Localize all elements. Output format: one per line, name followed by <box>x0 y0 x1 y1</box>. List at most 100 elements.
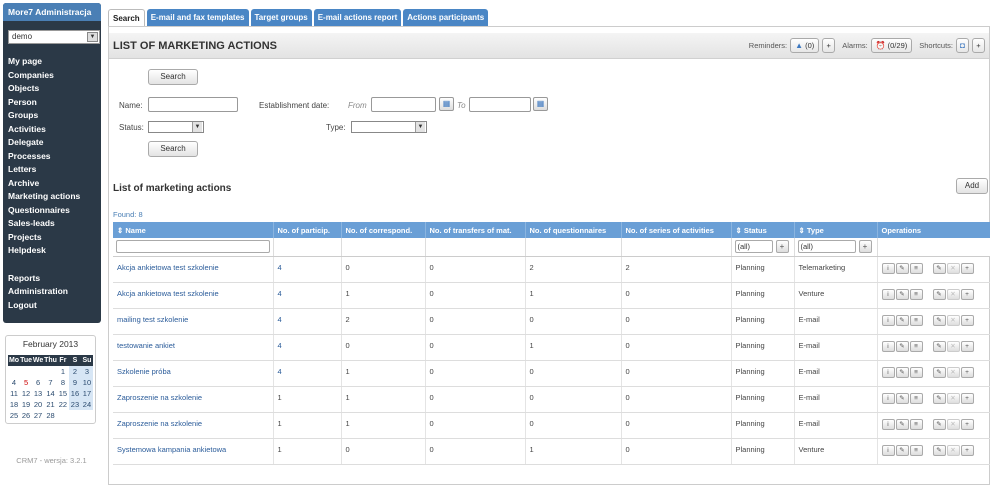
search-button[interactable]: Search <box>148 141 198 157</box>
sidebar-item-logout[interactable]: Logout <box>3 299 101 313</box>
info-icon[interactable]: i <box>881 366 895 378</box>
tab-email-actions-report[interactable]: E-mail actions report <box>313 9 402 26</box>
info-icon[interactable]: i <box>881 444 895 456</box>
sidebar-item-administration[interactable]: Administration <box>3 285 101 299</box>
calendar-day[interactable]: 22 <box>57 399 69 410</box>
cell-name[interactable]: Szkolenie próba <box>113 360 274 387</box>
add-icon[interactable]: + <box>960 340 974 352</box>
shortcut-button[interactable]: ◘ <box>956 38 969 53</box>
cell-name[interactable]: Zaproszenie na szkolenie <box>113 386 274 413</box>
calendar-day[interactable]: 25 <box>8 410 20 421</box>
calendar-day[interactable]: 23 <box>68 399 81 410</box>
pencil-icon[interactable]: ✎ <box>932 262 946 274</box>
add-icon[interactable]: + <box>960 444 974 456</box>
edit-icon[interactable]: ✎ <box>895 392 909 404</box>
add-icon[interactable]: + <box>960 366 974 378</box>
sidebar-item-helpdesk[interactable]: Helpdesk <box>3 244 101 258</box>
delete-icon[interactable]: ✕ <box>946 340 960 352</box>
cell-participants[interactable]: 4 <box>273 282 342 309</box>
name-filter-input[interactable] <box>116 240 270 254</box>
cell-name[interactable]: mailing test szkolenie <box>113 308 274 335</box>
col-series[interactable]: No. of series of activities <box>621 222 732 238</box>
edit-icon[interactable]: ✎ <box>895 288 909 300</box>
pencil-icon[interactable]: ✎ <box>932 366 946 378</box>
calendar-day[interactable]: 12 <box>20 388 32 399</box>
sidebar-item-processes[interactable]: Processes <box>3 150 101 164</box>
pencil-icon[interactable]: ✎ <box>932 444 946 456</box>
reminders-button[interactable]: ▲ (0) <box>790 38 820 53</box>
cell-participants[interactable]: 1 <box>273 412 342 439</box>
info-icon[interactable]: i <box>881 340 895 352</box>
add-shortcut-button[interactable]: + <box>972 38 985 53</box>
tab-actions-participants[interactable]: Actions participants <box>403 9 489 26</box>
delete-icon[interactable]: ✕ <box>946 262 960 274</box>
sidebar-item-person[interactable]: Person <box>3 96 101 110</box>
calendar-day[interactable]: 6 <box>32 377 44 388</box>
pencil-icon[interactable]: ✎ <box>932 314 946 326</box>
date-from-input[interactable] <box>371 97 436 112</box>
edit-icon[interactable]: ✎ <box>895 366 909 378</box>
date-to-input[interactable] <box>469 97 531 112</box>
plus-icon[interactable]: + <box>858 240 872 254</box>
account-select[interactable]: demo ▼ <box>8 30 100 44</box>
sidebar-item-reports[interactable]: Reports <box>3 272 101 286</box>
col-transfers[interactable]: No. of transfers of mat. <box>425 222 526 238</box>
calendar-day[interactable]: 24 <box>80 399 93 410</box>
sidebar-item-sales-leads[interactable]: Sales-leads <box>3 217 101 231</box>
col-name[interactable]: ⇕ Name <box>113 222 274 238</box>
calendar-day[interactable]: 9 <box>68 377 81 388</box>
cell-participants[interactable]: 4 <box>273 256 342 283</box>
list-icon[interactable]: ≡ <box>909 314 923 326</box>
calendar-day[interactable]: 17 <box>80 388 93 399</box>
info-icon[interactable]: i <box>881 418 895 430</box>
sidebar-item-delegate[interactable]: Delegate <box>3 136 101 150</box>
col-questionnaires[interactable]: No. of questionnaires <box>525 222 622 238</box>
alarms-button[interactable]: ⏰ (0/29) <box>870 38 913 53</box>
list-icon[interactable]: ≡ <box>909 340 923 352</box>
calendar-day[interactable]: 20 <box>32 399 44 410</box>
search-button-top[interactable]: Search <box>148 69 198 85</box>
list-icon[interactable]: ≡ <box>909 418 923 430</box>
cell-participants[interactable]: 1 <box>273 386 342 413</box>
type-filter-input[interactable]: (all) <box>797 240 856 254</box>
sidebar-item-companies[interactable]: Companies <box>3 69 101 83</box>
add-icon[interactable]: + <box>960 314 974 326</box>
add-icon[interactable]: + <box>960 262 974 274</box>
cell-name[interactable]: testowanie ankiet <box>113 334 274 361</box>
calendar-day[interactable]: 1 <box>57 366 69 377</box>
calendar-icon[interactable]: ▦ <box>439 97 454 111</box>
info-icon[interactable]: i <box>881 288 895 300</box>
cell-name[interactable]: Akcja ankietowa test szkolenie <box>113 256 274 283</box>
add-icon[interactable]: + <box>960 288 974 300</box>
sidebar-item-activities[interactable]: Activities <box>3 123 101 137</box>
edit-icon[interactable]: ✎ <box>895 444 909 456</box>
calendar-day[interactable]: 4 <box>8 377 20 388</box>
cell-name[interactable]: Zaproszenie na szkolenie <box>113 412 274 439</box>
delete-icon[interactable]: ✕ <box>946 314 960 326</box>
sidebar-item-my-page[interactable]: My page <box>3 55 101 69</box>
tab-target-groups[interactable]: Target groups <box>250 9 312 26</box>
add-icon[interactable]: + <box>960 418 974 430</box>
calendar-day[interactable]: 21 <box>44 399 57 410</box>
tab-search[interactable]: Search <box>108 9 145 26</box>
delete-icon[interactable]: ✕ <box>946 392 960 404</box>
calendar-day[interactable]: 2 <box>68 366 81 377</box>
pencil-icon[interactable]: ✎ <box>932 288 946 300</box>
col-type[interactable]: ⇕ Type <box>794 222 878 238</box>
calendar-day[interactable]: 14 <box>44 388 57 399</box>
cell-participants[interactable]: 4 <box>273 360 342 387</box>
pencil-icon[interactable]: ✎ <box>932 340 946 352</box>
delete-icon[interactable]: ✕ <box>946 418 960 430</box>
sidebar-item-marketing-actions[interactable]: Marketing actions <box>3 190 101 204</box>
col-correspondence[interactable]: No. of correspond. <box>341 222 426 238</box>
list-icon[interactable]: ≡ <box>909 444 923 456</box>
cell-participants[interactable]: 1 <box>273 438 342 465</box>
add-reminder-button[interactable]: + <box>822 38 836 53</box>
pencil-icon[interactable]: ✎ <box>932 392 946 404</box>
delete-icon[interactable]: ✕ <box>946 288 960 300</box>
calendar-day[interactable]: 11 <box>8 388 20 399</box>
cell-participants[interactable]: 4 <box>273 334 342 361</box>
cell-name[interactable]: Systemowa kampania ankietowa <box>113 438 274 465</box>
list-icon[interactable]: ≡ <box>909 366 923 378</box>
sidebar-item-objects[interactable]: Objects <box>3 82 101 96</box>
